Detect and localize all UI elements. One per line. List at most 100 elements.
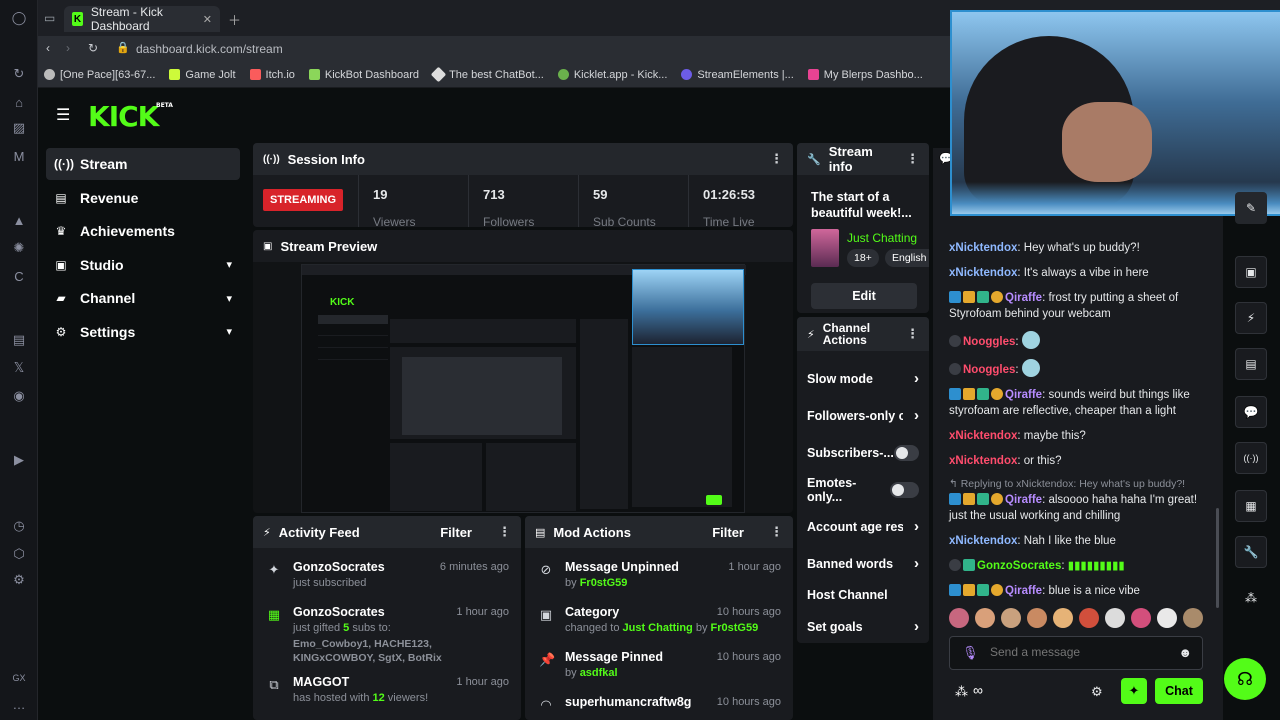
app-icon[interactable]: C [11,268,27,284]
microphone-icon[interactable]: 🎙 [962,645,979,661]
activity-row: ✦ GonzoSocrates just subscribed 6 minute… [268,560,509,589]
preview-webcam [632,269,744,345]
layout-icon[interactable]: ▦ [1235,490,1267,522]
chatgpt-icon[interactable]: ✺ [11,240,27,256]
twitch-icon[interactable]: ▤ [11,332,27,348]
emote-icon[interactable] [949,608,969,628]
support-headset-icon[interactable]: ☊ [1224,658,1266,700]
chat-gear-icon[interactable]: ⚙ [1091,684,1103,700]
tab-kick-dashboard[interactable]: K Stream - Kick Dashboard ✕ [64,5,220,33]
bookmark-0[interactable]: [One Pace][63-67... [44,69,155,81]
reply-context[interactable]: ↰ Replying to xNicktendox: Hey what's up… [933,478,1215,490]
history-icon[interactable]: ◷ [11,518,27,534]
points-badge-icon [991,291,1003,303]
action-host-channel[interactable]: Host Channel [797,582,929,608]
edit-icon[interactable]: ✎ [1235,192,1267,224]
chat-message: xNicktendox: It's always a vibe in here [949,267,1149,279]
discord-icon[interactable]: ◉ [11,388,27,404]
bookmark-5[interactable]: Kicklet.app - Kick... [557,69,667,81]
emote-icon[interactable] [1105,608,1125,628]
category-link[interactable]: Just Chatting [847,231,917,245]
stream-preview-video[interactable]: KICK [301,264,746,513]
bookmark-7[interactable]: My Blerps Dashbo... [807,69,923,81]
send-chat-button[interactable]: Chat [1155,678,1203,704]
back-button[interactable]: ‹ [46,41,50,55]
back-icon[interactable]: ↻ [11,66,27,82]
message-input[interactable] [990,645,1170,659]
nav-settings[interactable]: ⚙ Settings ▾ [46,316,240,348]
nav-revenue[interactable]: ▤ Revenue [46,182,240,214]
emote-icon[interactable] [1079,608,1099,628]
bookmark-2[interactable]: Itch.io [249,69,295,81]
opera-logo-icon[interactable]: ◯ [11,10,27,26]
bookmark-3[interactable]: KickBot Dashboard [308,69,419,81]
emote-icon[interactable] [1001,608,1021,628]
kick-logo[interactable]: KICK BETA [88,100,173,133]
subscribers-only-toggle[interactable] [893,444,919,461]
action-slow-mode[interactable]: Slow mode › [797,360,929,397]
points-icon[interactable]: ⁂ [955,684,968,700]
emote-icon[interactable] [975,608,995,628]
mod-action-row: ◠ superhumancraftw8g 10 hours ago [540,695,781,712]
more-options-icon[interactable]: ⋮ [906,326,919,342]
bookmark-6[interactable]: StreamElements |... [681,69,794,81]
lightning-icon: ⚡ [263,526,271,539]
action-subscribers-only[interactable]: Subscribers-... [797,434,929,471]
action-banned-words[interactable]: Banned words › [797,545,929,582]
badge-icon [949,584,961,596]
forward-button[interactable]: › [66,41,70,55]
more-options-icon[interactable]: ⋮ [770,524,783,540]
emote-icon[interactable] [1183,608,1203,628]
emote-icon[interactable] [1131,608,1151,628]
more-options-icon[interactable]: ⋮ [770,151,783,167]
hamburger-menu-icon[interactable]: ☰ [56,105,70,125]
more-options-icon[interactable]: ⋮ [906,151,919,167]
nav-achievements[interactable]: ♛ Achievements [46,215,240,247]
lightning-icon[interactable]: ⚡ [1235,302,1267,334]
activity-filter-button[interactable]: Filter [440,525,472,540]
emotes-only-toggle[interactable] [889,481,919,498]
extensions-icon[interactable]: ⬡ [11,546,27,562]
chat-bubble-icon[interactable]: 💬 [1235,396,1267,428]
chat-scrollbar[interactable] [1216,508,1219,608]
gx-icon[interactable]: GX [11,670,27,686]
notes-icon[interactable]: ▤ [1235,348,1267,380]
kick-bot-icon[interactable]: ✦ [1121,678,1147,704]
apps-icon[interactable]: ⁂ [1235,582,1267,614]
aria-icon[interactable]: ▲ [11,212,27,228]
bookmark-4[interactable]: The best ChatBot... [430,66,544,83]
action-set-goals[interactable]: Set goals › [797,608,929,643]
action-emotes-only[interactable]: Emotes-only... [797,471,929,508]
bookmark-1[interactable]: Game Jolt [169,69,236,81]
more-icon[interactable]: … [11,696,27,712]
broadcast-icon[interactable]: ((·)) [1235,442,1267,474]
edit-stream-info-button[interactable]: Edit [811,283,917,309]
emoji-icon[interactable]: ☻ [1178,645,1192,660]
reload-button[interactable]: ↻ [88,41,98,55]
action-followers-only[interactable]: Followers-only cl › [797,397,929,434]
tab-close-icon[interactable]: ✕ [203,13,212,26]
nav-stream[interactable]: ((·)) Stream [46,148,240,180]
action-account-age[interactable]: Account age rest › [797,508,929,545]
camera-icon[interactable]: ▣ [1235,256,1267,288]
emote-icon [1021,359,1040,377]
new-tab-button[interactable]: ＋ [228,10,241,29]
pinboard-icon[interactable]: ▨ [11,120,27,136]
nav-channel[interactable]: ▰ Channel ▾ [46,282,240,314]
workspace-icon[interactable]: ⌂ [11,94,27,110]
chat-panel: 💬 ed ✎ xNicktendox: Hey what's up buddy?… [933,148,1223,720]
messenger-icon[interactable]: M [11,148,27,164]
tab-manager-icon[interactable]: ▭ [44,11,55,25]
player-icon[interactable]: ▶ [11,452,27,468]
mod-filter-button[interactable]: Filter [712,525,744,540]
url-field[interactable]: dashboard.kick.com/stream [136,42,283,56]
emote-icon[interactable] [1157,608,1177,628]
settings-icon[interactable]: ⚙ [11,572,27,588]
more-options-icon[interactable]: ⋮ [498,524,511,540]
emote-icon[interactable] [1053,608,1073,628]
wrench-icon[interactable]: 🔧 [1235,536,1267,568]
x-icon[interactable]: 𝕏 [11,360,27,376]
nav-studio[interactable]: ▣ Studio ▾ [46,249,240,281]
message-input-box[interactable]: 🎙 ☻ [949,636,1203,670]
emote-icon[interactable] [1027,608,1047,628]
